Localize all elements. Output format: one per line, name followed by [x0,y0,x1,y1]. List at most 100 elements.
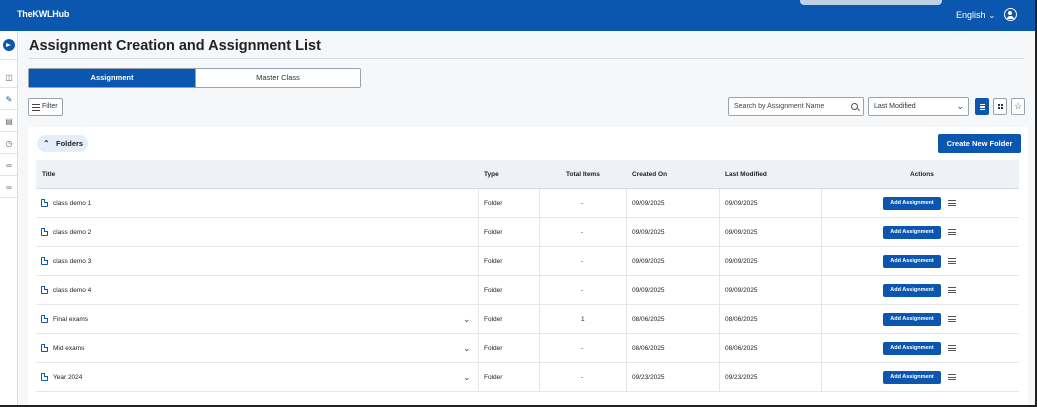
table-row[interactable]: Final exams ⌄ Folder 1 08/06/2025 08/06/2025 A… [36,305,1019,334]
sidebar-divider [0,175,17,176]
menu-icon[interactable] [948,229,956,235]
row-title[interactable]: Mid exams [53,334,84,363]
add-assignment-button[interactable]: Add Assignment [883,371,941,384]
language-selector[interactable]: English ⌄ [956,10,995,20]
link-icon[interactable]: ∞ [4,161,14,170]
search-icon[interactable] [851,103,858,110]
add-assignment-button[interactable]: Add Assignment [883,255,941,268]
column-header-last-modified[interactable]: Last Modified [725,160,767,189]
chevron-down-icon[interactable]: ⌄ [463,363,471,391]
list-view-icon [980,104,985,110]
row-total-items: - [581,287,584,294]
row-type: Folder [484,200,503,207]
search-input[interactable] [734,101,846,112]
column-divider [626,247,627,275]
document-icon [41,199,48,207]
column-divider [626,276,627,304]
sidebar-toggle-icon[interactable] [3,39,15,51]
assignment-icon[interactable]: ✎ [4,95,14,104]
row-title[interactable]: class demo 1 [53,189,91,218]
chevron-down-icon[interactable]: ⌄ [463,305,471,333]
create-new-folder-button[interactable]: Create New Folder [938,134,1021,153]
menu-icon[interactable] [948,316,956,322]
language-label: English [956,10,986,20]
tab-bar: Assignment Master Class [28,68,361,88]
add-assignment-button[interactable]: Add Assignment [883,313,941,326]
table-header: Title Type Total Items Created On Last M… [36,160,1019,189]
top-search-bar[interactable] [800,0,942,5]
document-icon [41,257,48,265]
column-divider [539,276,540,304]
row-title[interactable]: class demo 3 [53,247,91,276]
filter-button[interactable]: Filter [28,98,63,116]
add-assignment-button[interactable]: Add Assignment [883,342,941,355]
folders-table: Title Type Total Items Created On Last M… [36,160,1019,392]
table-row[interactable]: class demo 2 Folder - 09/09/2025 09/09/2025 A… [36,218,1019,247]
row-total-items: - [581,374,584,381]
app-frame: TheKWLHub English ⌄ ◫ ✎ ▤ ◷ ∞ ∞ Assignmen… [0,0,1037,407]
row-total-items: - [581,200,584,207]
sidebar-divider [0,131,17,132]
sort-value: Last Modified [874,103,916,110]
row-title[interactable]: Year 2024 [53,363,82,392]
menu-icon[interactable] [948,345,956,351]
row-title[interactable]: class demo 4 [53,276,91,305]
top-bar: TheKWLHub English ⌄ [0,0,1035,31]
column-header-type[interactable]: Type [484,160,499,189]
favorites-button[interactable]: ☆ [1011,98,1025,115]
user-profile-icon[interactable] [1004,8,1017,21]
column-divider [478,363,479,391]
add-assignment-button[interactable]: Add Assignment [883,226,941,239]
tab-master-class[interactable]: Master Class [195,69,360,87]
table-row[interactable]: class demo 3 Folder - 09/09/2025 09/09/2025 A… [36,247,1019,276]
add-assignment-button[interactable]: Add Assignment [883,284,941,297]
table-row[interactable]: Mid exams ⌄ Folder - 08/06/2025 08/06/2025 Add… [36,334,1019,363]
add-assignment-button[interactable]: Add Assignment [883,197,941,210]
row-last-modified: 09/09/2025 [725,200,758,207]
main-content: Assignment Creation and Assignment List … [18,31,1035,405]
star-icon: ☆ [1013,101,1023,111]
table-row[interactable]: class demo 1 Folder - 09/09/2025 09/09/2025 A… [36,189,1019,218]
row-total-items: 1 [581,316,585,323]
row-title[interactable]: Final exams [53,305,88,334]
column-divider [626,334,627,362]
column-divider [539,305,540,333]
course-icon[interactable]: ▤ [4,117,14,126]
document-icon [41,286,48,294]
menu-icon[interactable] [948,287,956,293]
column-divider [821,334,822,362]
table-row[interactable]: Year 2024 ⌄ Folder - 09/23/2025 09/23/2025 Add… [36,363,1019,392]
column-header-created-on[interactable]: Created On [632,160,667,189]
table-row[interactable]: class demo 4 Folder - 09/09/2025 09/09/2025 A… [36,276,1019,305]
folders-toggle[interactable]: ⌃ Folders [37,135,88,152]
grid-view-button[interactable] [993,98,1007,115]
column-header-total-items[interactable]: Total Items [566,160,600,189]
column-divider [478,334,479,362]
menu-icon[interactable] [948,200,956,206]
row-created-on: 09/23/2025 [632,374,665,381]
column-divider [478,305,479,333]
clock-icon[interactable]: ◷ [4,139,14,148]
app-logo[interactable]: TheKWLHub [17,9,69,19]
sidebar-divider [0,197,17,198]
chevron-down-icon[interactable]: ⌄ [463,334,471,362]
row-last-modified: 09/09/2025 [725,229,758,236]
row-title[interactable]: class demo 2 [53,218,91,247]
row-last-modified: 08/06/2025 [725,316,758,323]
sidebar: ◫ ✎ ▤ ◷ ∞ ∞ [0,31,18,405]
row-created-on: 09/09/2025 [632,258,665,265]
list-view-button[interactable] [975,98,989,115]
row-created-on: 09/09/2025 [632,287,665,294]
row-total-items: - [581,258,584,265]
document-icon [41,228,48,236]
sort-select[interactable]: Last Modified ⌄ [868,97,969,116]
menu-icon[interactable] [948,374,956,380]
tab-assignment[interactable]: Assignment [29,69,195,87]
menu-icon[interactable] [948,258,956,264]
row-created-on: 09/09/2025 [632,229,665,236]
column-header-title[interactable]: Title [42,160,55,189]
row-total-items: - [581,345,584,352]
book-icon[interactable]: ◫ [4,73,14,82]
link-icon[interactable]: ∞ [4,183,14,192]
column-divider [821,305,822,333]
